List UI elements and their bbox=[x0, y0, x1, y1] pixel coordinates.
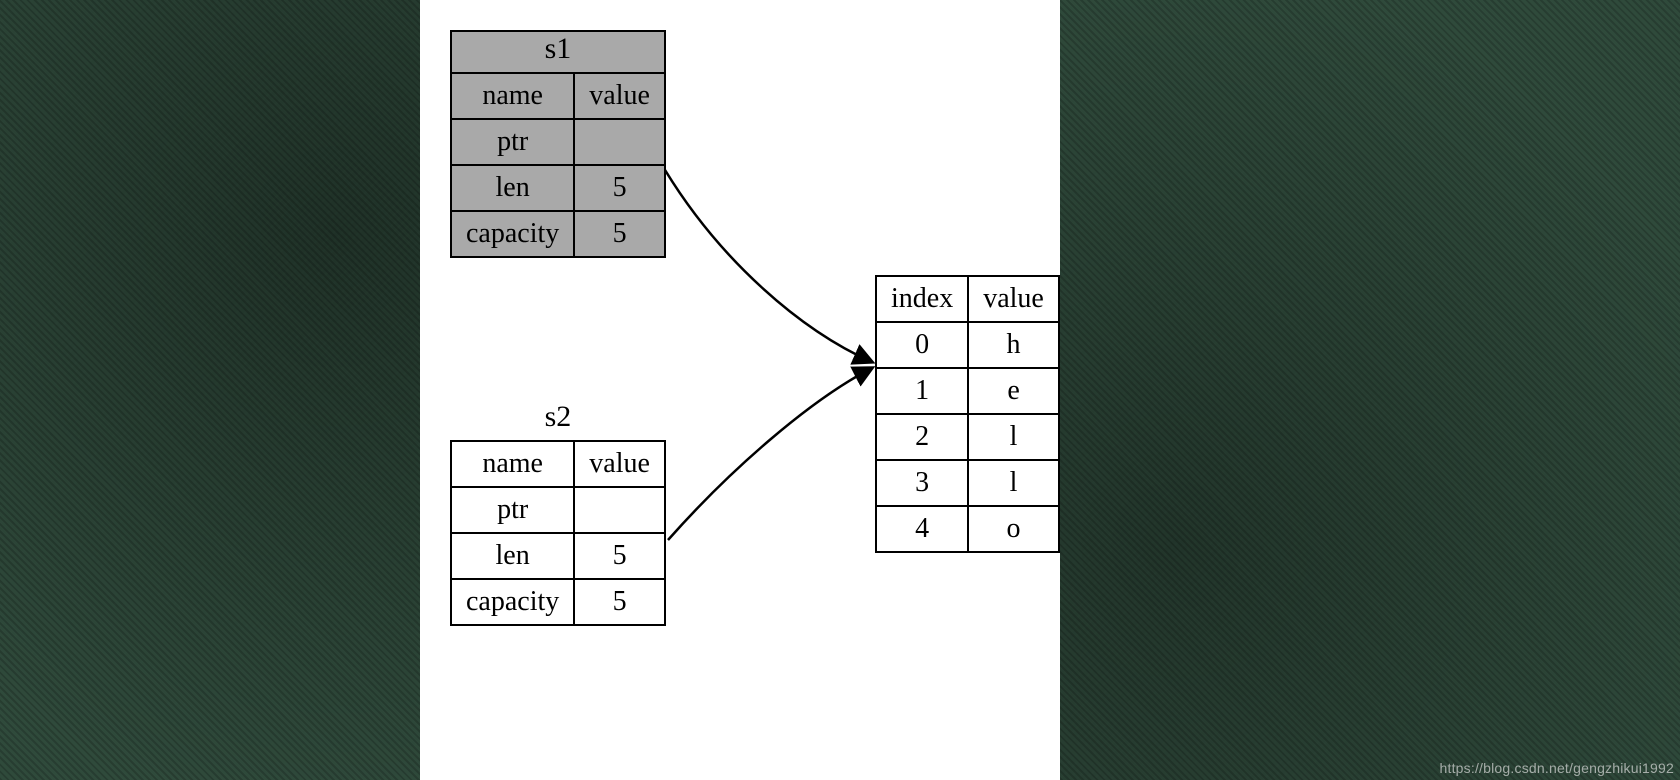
s2-cap-value: 5 bbox=[574, 579, 665, 625]
table-row: name value bbox=[451, 73, 665, 119]
s1-ptr-arrow bbox=[665, 170, 872, 362]
table-row: 1e bbox=[876, 368, 1059, 414]
table-row: 2l bbox=[876, 414, 1059, 460]
watermark-text: https://blog.csdn.net/gengzhikui1992 bbox=[1440, 760, 1674, 776]
table-row: capacity 5 bbox=[451, 579, 665, 625]
s2-len-value: 5 bbox=[574, 533, 665, 579]
s1-title: s1 bbox=[450, 30, 666, 72]
table-row: ptr bbox=[451, 119, 665, 165]
table-row: 4o bbox=[876, 506, 1059, 552]
table-row: len 5 bbox=[451, 165, 665, 211]
heap-cell: 1 bbox=[876, 368, 968, 414]
heap-header-value: value bbox=[968, 276, 1059, 322]
s1-struct-table: s1 name value ptr len 5 capacity 5 bbox=[450, 30, 666, 258]
heap-cell: 0 bbox=[876, 322, 968, 368]
heap-cell: e bbox=[968, 368, 1059, 414]
table-row: 0h bbox=[876, 322, 1059, 368]
heap-cell: h bbox=[968, 322, 1059, 368]
heap-cell: l bbox=[968, 460, 1059, 506]
s1-cap-label: capacity bbox=[451, 211, 574, 257]
s2-ptr-value bbox=[574, 487, 665, 533]
s1-len-value: 5 bbox=[574, 165, 665, 211]
s2-cap-label: capacity bbox=[451, 579, 574, 625]
s2-header-name: name bbox=[451, 441, 574, 487]
s1-header-name: name bbox=[451, 73, 574, 119]
s1-ptr-value bbox=[574, 119, 665, 165]
table-row: capacity 5 bbox=[451, 211, 665, 257]
heap-cell: o bbox=[968, 506, 1059, 552]
s1-header-value: value bbox=[574, 73, 665, 119]
heap-data-table: index value 0h 1e 2l 3l 4o bbox=[875, 275, 1060, 553]
s2-len-label: len bbox=[451, 533, 574, 579]
diagram-stage: s1 name value ptr len 5 capacity 5 s2 na… bbox=[420, 0, 1060, 780]
s2-title: s2 bbox=[450, 400, 666, 440]
table-row: name value bbox=[451, 441, 665, 487]
s1-len-label: len bbox=[451, 165, 574, 211]
s2-struct-table: s2 name value ptr len 5 capacity 5 bbox=[450, 400, 666, 626]
table-row: len 5 bbox=[451, 533, 665, 579]
table-row: 3l bbox=[876, 460, 1059, 506]
s2-header-value: value bbox=[574, 441, 665, 487]
s2-ptr-arrow bbox=[668, 368, 872, 540]
s1-ptr-label: ptr bbox=[451, 119, 574, 165]
heap-cell: 4 bbox=[876, 506, 968, 552]
table-row: ptr bbox=[451, 487, 665, 533]
heap-cell: 3 bbox=[876, 460, 968, 506]
table-row: index value bbox=[876, 276, 1059, 322]
heap-header-index: index bbox=[876, 276, 968, 322]
s2-ptr-label: ptr bbox=[451, 487, 574, 533]
heap-cell: 2 bbox=[876, 414, 968, 460]
heap-cell: l bbox=[968, 414, 1059, 460]
s1-cap-value: 5 bbox=[574, 211, 665, 257]
